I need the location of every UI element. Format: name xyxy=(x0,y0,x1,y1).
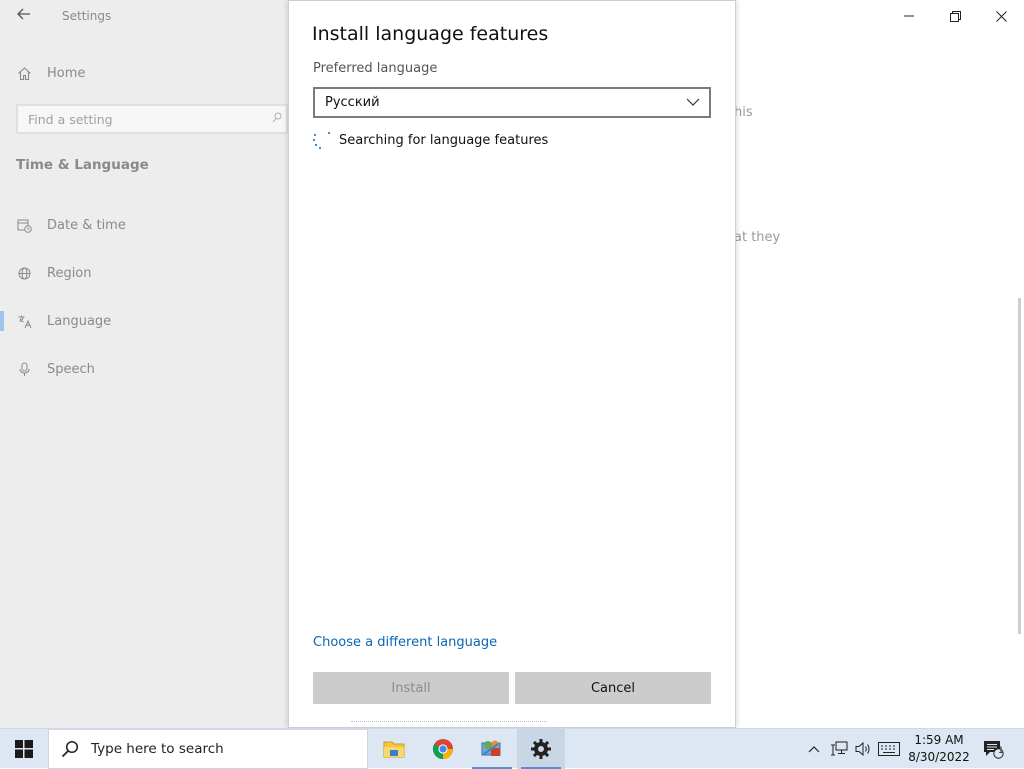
globe-icon xyxy=(16,266,32,281)
nav-item-language[interactable]: Language xyxy=(0,301,288,341)
network-icon[interactable] xyxy=(828,729,850,769)
find-setting-input[interactable] xyxy=(18,106,278,132)
notification-count: 1 xyxy=(998,746,1004,756)
taskbar-search[interactable] xyxy=(48,729,368,769)
settings-gear-icon[interactable] xyxy=(517,729,565,769)
show-hidden-icons-chevron-up-icon[interactable] xyxy=(804,729,824,769)
taskbar: 1:59 AM 8/30/2022 1 xyxy=(0,728,1024,769)
minimize-icon xyxy=(904,15,914,17)
restore-icon xyxy=(949,10,961,22)
restore-button[interactable] xyxy=(932,0,978,32)
partial-text: his xyxy=(734,105,753,120)
file-explorer-icon[interactable] xyxy=(370,729,418,769)
nav-item-label: Date & time xyxy=(47,217,126,233)
language-icon xyxy=(16,314,32,329)
clock-time: 1:59 AM xyxy=(914,733,964,747)
search-icon xyxy=(272,112,282,127)
preferred-language-dropdown[interactable]: Русский xyxy=(313,87,711,118)
nav-item-label: Speech xyxy=(47,361,95,377)
settings-nav-pane: Settings Home Time & Language Date & tim… xyxy=(0,0,288,728)
action-center-button[interactable]: 1 xyxy=(978,729,1008,769)
chevron-down-icon xyxy=(685,94,701,110)
calendar-clock-icon xyxy=(16,218,32,233)
start-button[interactable] xyxy=(0,729,48,769)
find-setting-search[interactable] xyxy=(16,104,288,134)
close-button[interactable] xyxy=(978,0,1024,32)
install-button[interactable]: Install xyxy=(313,672,509,704)
nav-item-label: Region xyxy=(47,265,92,281)
close-icon xyxy=(995,10,1007,22)
control-panel-icon[interactable] xyxy=(468,729,516,769)
keyboard-icon[interactable] xyxy=(876,729,902,769)
preferred-language-label: Preferred language xyxy=(313,61,438,76)
cancel-button[interactable]: Cancel xyxy=(515,672,711,704)
selected-language-value: Русский xyxy=(325,95,380,110)
nav-item-date-time[interactable]: Date & time xyxy=(0,205,288,245)
nav-item-region[interactable]: Region xyxy=(0,253,288,293)
chrome-icon[interactable] xyxy=(419,729,467,769)
divider xyxy=(351,721,547,725)
window-controls xyxy=(886,0,1024,32)
partial-text: at they xyxy=(734,230,781,245)
choose-different-language-link[interactable]: Choose a different language xyxy=(313,635,497,650)
back-arrow-icon[interactable] xyxy=(12,4,36,28)
home-icon xyxy=(16,66,32,81)
volume-icon[interactable] xyxy=(852,729,874,769)
minimize-button[interactable] xyxy=(886,0,932,32)
nav-home[interactable]: Home xyxy=(16,62,85,84)
nav-item-label: Language xyxy=(47,313,112,329)
loading-spinner-icon xyxy=(313,131,331,149)
taskbar-search-input[interactable] xyxy=(89,740,363,758)
nav-home-label: Home xyxy=(47,65,86,81)
searching-status-text: Searching for language features xyxy=(339,132,549,148)
section-title: Time & Language xyxy=(16,157,149,173)
microphone-icon xyxy=(16,362,32,377)
windows-logo-icon xyxy=(15,740,33,758)
nav-item-speech[interactable]: Speech xyxy=(0,349,288,389)
search-icon xyxy=(61,740,81,758)
window-title: Settings xyxy=(62,9,112,23)
dialog-title: Install language features xyxy=(312,23,549,45)
system-clock[interactable]: 1:59 AM 8/30/2022 xyxy=(904,732,974,766)
selection-indicator xyxy=(0,311,4,331)
searching-status: Searching for language features xyxy=(313,131,548,149)
clock-date: 8/30/2022 xyxy=(908,750,970,764)
install-language-features-dialog: Install language features Preferred lang… xyxy=(288,0,736,728)
scrollbar[interactable] xyxy=(1018,298,1021,634)
